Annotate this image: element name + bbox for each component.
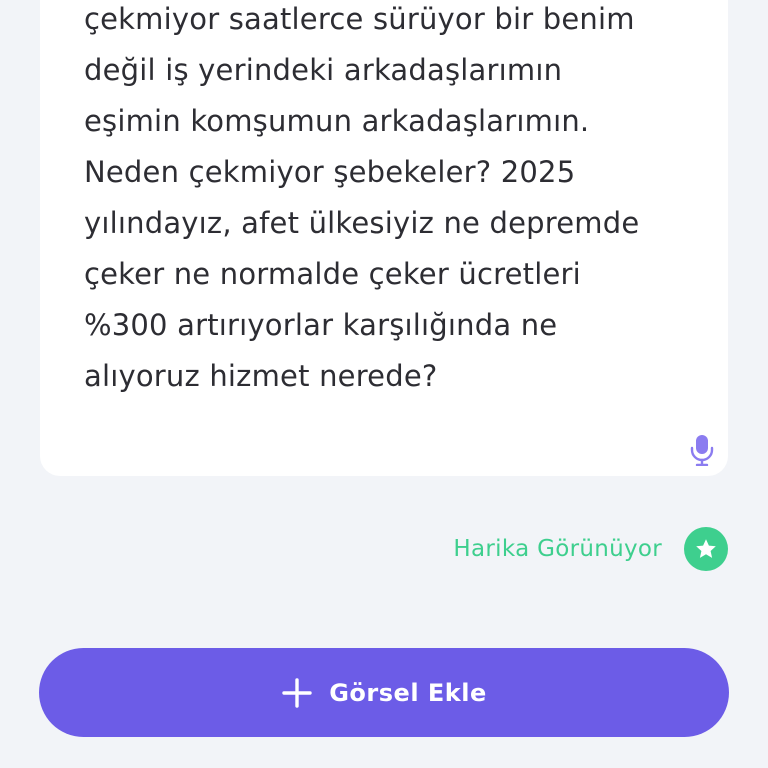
complaint-card: çekmiyor saatlerce sürüyor bir benim değ…	[40, 0, 728, 476]
add-image-label: Görsel Ekle	[329, 678, 487, 707]
status-label: Harika Görünüyor	[453, 536, 662, 562]
quality-status: Harika Görünüyor	[453, 526, 728, 572]
plus-icon	[281, 677, 313, 709]
star-icon	[684, 527, 728, 571]
microphone-icon[interactable]	[690, 434, 714, 467]
complaint-textarea[interactable]: çekmiyor saatlerce sürüyor bir benim değ…	[84, 0, 684, 402]
add-image-button[interactable]: Görsel Ekle	[39, 648, 729, 737]
